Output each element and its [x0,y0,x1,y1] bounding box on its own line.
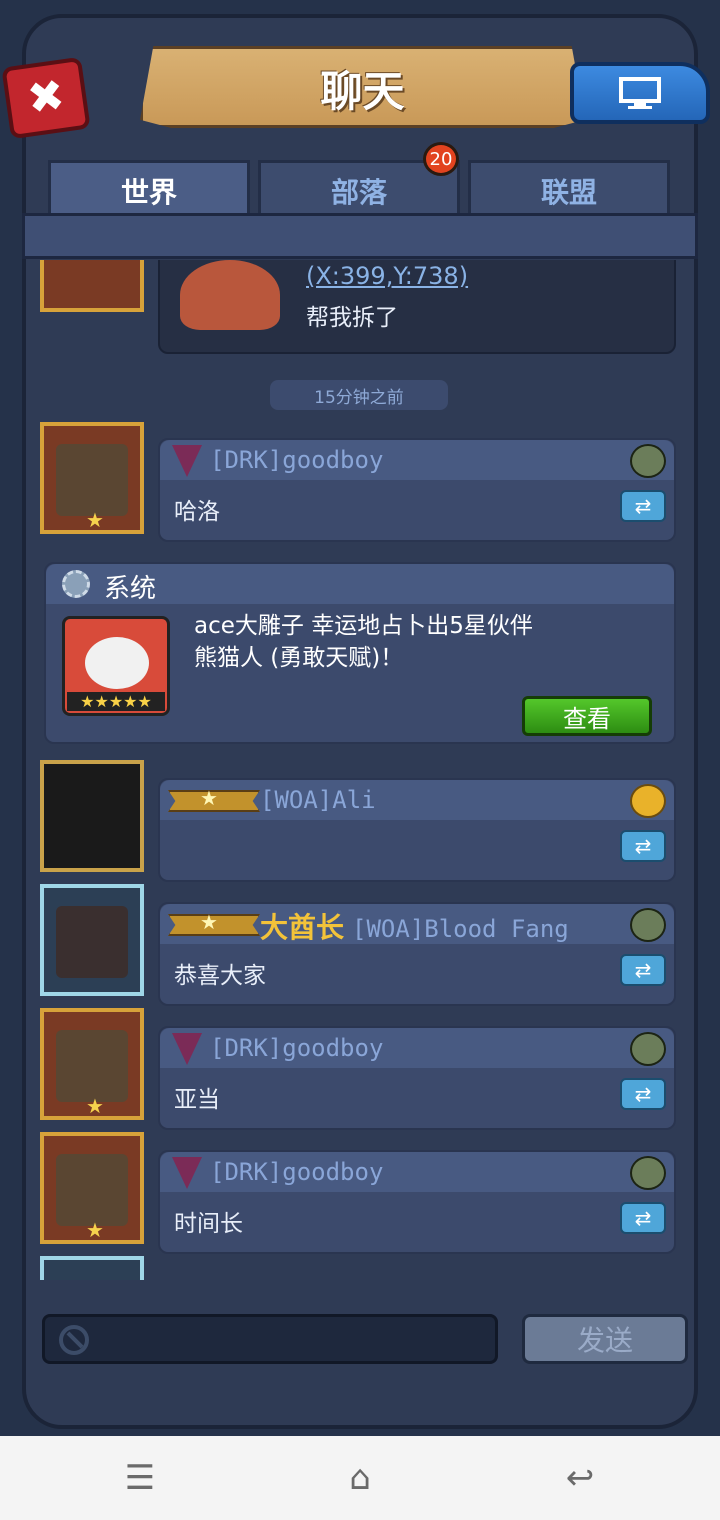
system-text: ace大雕子 幸运地占卜出5星伙伴 熊猫人 (勇敢天赋)！ [194,610,614,674]
chat-list[interactable]: (X:399,Y:738) 帮我拆了 15分钟之前 ★ [DRK]goodboy… [30,260,690,1280]
system-message: 系统 ★★★★★ ace大雕子 幸运地占卜出5星伙伴 熊猫人 (勇敢天赋)！ 查… [44,562,676,744]
avatar[interactable] [40,760,144,872]
rank-icon [630,908,666,942]
tab-world[interactable]: 世界 [48,160,250,218]
avatar[interactable]: ★ [40,1008,144,1120]
tab-bar: 世界 部落 联盟 [48,160,673,218]
hero-stars: ★★★★★ [67,692,165,711]
message-text: 哈洛 [174,499,220,525]
screen-button[interactable] [570,62,710,124]
send-button[interactable]: 发送 [522,1314,688,1364]
gear-icon [62,570,90,598]
rank-icon [630,1032,666,1066]
location-message: (X:399,Y:738) 帮我拆了 [30,260,690,356]
star-icon: ★ [200,910,218,934]
chat-message: [DRK]goodboy 哈洛 ⇄ [158,438,676,542]
system-line-2: 熊猫人 (勇敢天赋)！ [194,645,404,671]
close-button[interactable]: ✖ [1,56,91,140]
avatar[interactable] [40,884,144,996]
tab-content-bar [22,213,698,259]
system-line-1: ace大雕子 幸运地占卜出5星伙伴 [194,613,533,639]
tribe-unread-badge: 20 [423,142,459,176]
player-name[interactable]: [WOA]Ali [260,786,376,814]
player-title: 大酋长 [260,911,345,944]
player-name[interactable]: [DRK]goodboy [210,1158,383,1186]
chat-message: ★ [WOA]Ali ⇄ [158,778,676,882]
message-text: 亚当 [174,1087,220,1113]
star-icon: ★ [200,786,218,810]
no-entry-icon [59,1325,89,1355]
message-text: 恭喜大家 [174,963,266,989]
player-name[interactable]: 大酋长 [WOA]Blood Fang [260,906,569,946]
avatar[interactable]: ★ [40,1132,144,1244]
share-arrows-icon[interactable]: ⇄ [620,490,666,522]
share-arrows-icon[interactable]: ⇄ [620,1202,666,1234]
timestamp: 15分钟之前 [270,380,448,410]
view-button[interactable]: 查看 [522,696,652,736]
location-link[interactable]: (X:399,Y:738) [306,262,468,290]
avatar[interactable] [40,1256,144,1280]
gold-badge-icon [630,784,666,818]
chat-message: ★ 大酋长 [WOA]Blood Fang 恭喜大家 ⇄ [158,902,676,1006]
close-icon: ✖ [24,69,68,126]
player-name[interactable]: [DRK]goodboy [210,1034,383,1062]
monitor-icon [619,77,661,109]
avatar[interactable] [40,260,144,312]
rank-icon [630,1156,666,1190]
building-image [180,260,280,330]
back-icon[interactable]: ↩ [550,1456,610,1500]
chat-message: [DRK]goodboy 亚当 ⇄ [158,1026,676,1130]
share-arrows-icon[interactable]: ⇄ [620,830,666,862]
system-navbar: ☰ ⌂ ↩ [0,1436,720,1520]
share-arrows-icon[interactable]: ⇄ [620,954,666,986]
player-name[interactable]: [DRK]goodboy [210,446,383,474]
share-arrows-icon[interactable]: ⇄ [620,1078,666,1110]
game-frame: 聊天 ✖ 世界 部落 联盟 20 (X:399,Y:738) 帮我拆了 15分钟… [0,0,720,1436]
system-title: 系统 [104,574,157,604]
message-text: 帮我拆了 [306,305,398,331]
chat-input[interactable] [42,1314,498,1364]
avatar[interactable]: ★ [40,422,144,534]
tab-alliance[interactable]: 联盟 [468,160,670,218]
rank-icon [630,444,666,478]
menu-icon[interactable]: ☰ [110,1456,170,1500]
message-text: 时间长 [174,1211,243,1237]
chat-message: [DRK]goodboy 时间长 ⇄ [158,1150,676,1254]
home-icon[interactable]: ⌂ [330,1456,390,1500]
page-title: 聊天 [320,67,405,116]
panda-hero-portrait[interactable]: ★★★★★ [62,616,170,716]
